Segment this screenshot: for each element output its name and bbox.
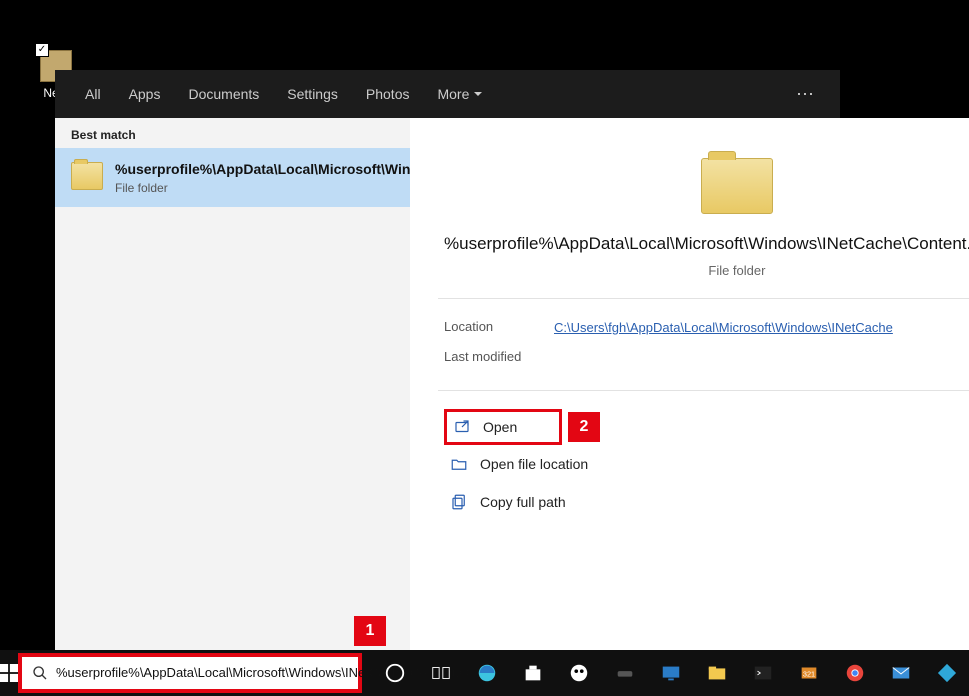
store-icon[interactable] bbox=[510, 650, 556, 696]
open-file-location-action[interactable]: Open file location bbox=[444, 445, 969, 483]
tab-more[interactable]: More bbox=[423, 70, 497, 118]
results-pane: Best match %userprofile%\AppData\Local\M… bbox=[55, 118, 410, 650]
folder-icon bbox=[71, 162, 103, 190]
details-subtitle: File folder bbox=[438, 263, 969, 278]
taskbar-search-box[interactable]: %userprofile%\AppData\Local\Microsoft\Wi… bbox=[18, 653, 362, 693]
folder-icon-large bbox=[701, 158, 773, 214]
open-icon bbox=[453, 418, 471, 436]
copy-path-label: Copy full path bbox=[480, 494, 566, 510]
monitor-icon[interactable] bbox=[648, 650, 694, 696]
open-location-label: Open file location bbox=[480, 456, 588, 472]
chrome-icon[interactable] bbox=[832, 650, 878, 696]
copy-full-path-action[interactable]: Copy full path bbox=[444, 483, 969, 521]
search-tabs: All Apps Documents Settings Photos More … bbox=[55, 70, 840, 118]
callout-1-badge: 1 bbox=[354, 616, 386, 646]
copy-icon bbox=[450, 493, 468, 511]
media-icon[interactable]: 321 bbox=[786, 650, 832, 696]
edge-icon[interactable] bbox=[464, 650, 510, 696]
details-title: %userprofile%\AppData\Local\Microsoft\Wi… bbox=[438, 232, 969, 257]
chevron-down-icon bbox=[473, 89, 483, 99]
open-action[interactable]: Open bbox=[444, 409, 562, 445]
task-view-icon[interactable] bbox=[418, 650, 464, 696]
windows-icon bbox=[0, 664, 18, 682]
taskbar: %userprofile%\AppData\Local\Microsoft\Wi… bbox=[0, 650, 969, 696]
app-icon[interactable] bbox=[556, 650, 602, 696]
folder-open-icon bbox=[450, 455, 468, 473]
location-link[interactable]: C:\Users\fgh\AppData\Local\Microsoft\Win… bbox=[554, 319, 969, 337]
more-options-button[interactable]: ⋯ bbox=[788, 84, 824, 105]
device-icon[interactable] bbox=[602, 650, 648, 696]
search-panel: Best match %userprofile%\AppData\Local\M… bbox=[55, 118, 840, 650]
explorer-icon[interactable] bbox=[694, 650, 740, 696]
details-pane: %userprofile%\AppData\Local\Microsoft\Wi… bbox=[410, 118, 969, 650]
last-modified-label: Last modified bbox=[444, 349, 554, 364]
search-icon bbox=[32, 665, 48, 681]
callout-2-badge: 2 bbox=[568, 412, 600, 442]
tab-all[interactable]: All bbox=[71, 70, 115, 118]
search-result-folder[interactable]: %userprofile%\AppData\Local\Microsoft\Wi… bbox=[55, 148, 410, 207]
mail-icon[interactable] bbox=[878, 650, 924, 696]
kodi-icon[interactable] bbox=[924, 650, 969, 696]
tab-more-label: More bbox=[437, 70, 469, 118]
best-match-label: Best match bbox=[55, 118, 410, 148]
open-label: Open bbox=[483, 419, 517, 435]
terminal-icon[interactable] bbox=[740, 650, 786, 696]
start-button[interactable] bbox=[0, 650, 18, 696]
cortana-icon[interactable] bbox=[372, 650, 418, 696]
taskbar-icons: 321 bbox=[372, 650, 969, 696]
tab-apps[interactable]: Apps bbox=[115, 70, 175, 118]
tab-documents[interactable]: Documents bbox=[174, 70, 273, 118]
location-label: Location bbox=[444, 319, 554, 337]
tab-photos[interactable]: Photos bbox=[352, 70, 424, 118]
svg-text:321: 321 bbox=[803, 670, 815, 679]
tab-settings[interactable]: Settings bbox=[273, 70, 352, 118]
